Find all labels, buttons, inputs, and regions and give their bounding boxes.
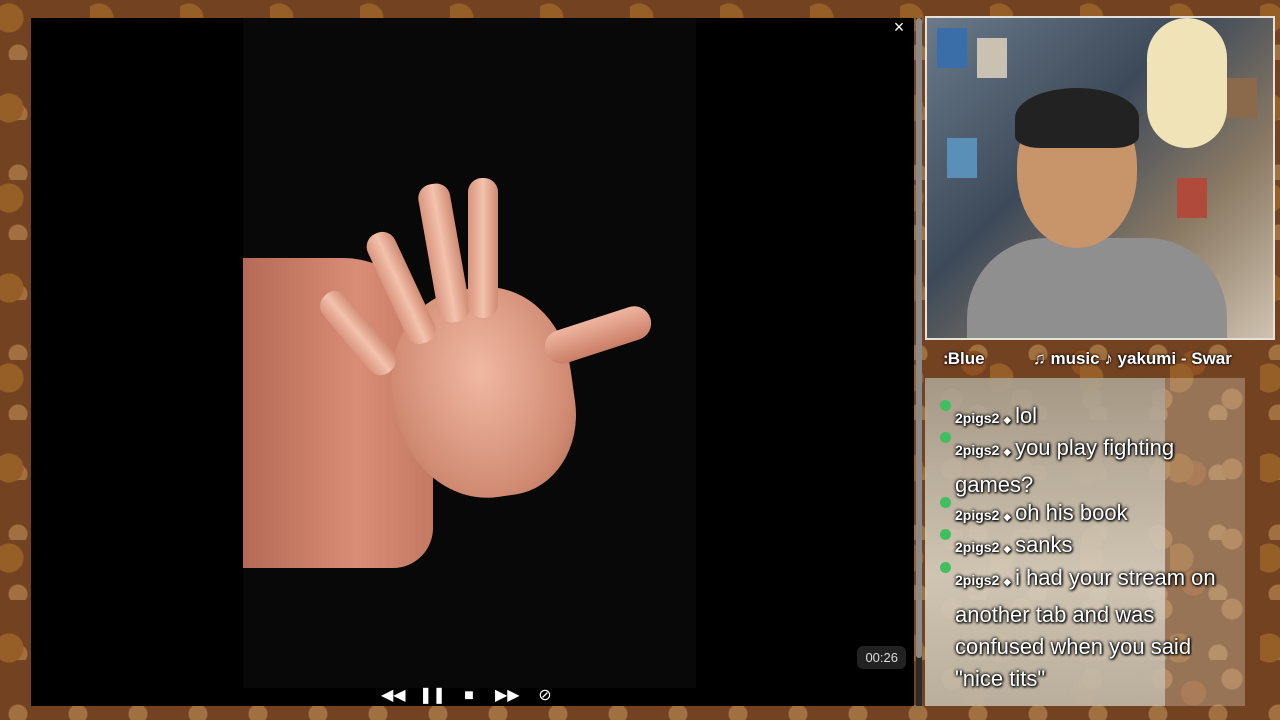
subscriber-badge-icon bbox=[940, 562, 951, 573]
viewer-scrollbar[interactable] bbox=[916, 18, 922, 706]
wall-poster bbox=[937, 28, 967, 68]
webcam-feed bbox=[925, 16, 1275, 340]
separator-dot-icon: ◆ bbox=[1003, 415, 1012, 426]
rewind-icon[interactable]: ◀◀ bbox=[381, 686, 406, 706]
teddy-bear bbox=[1147, 18, 1227, 148]
now-playing-bar: ׃ Blue ♫ music ♪ yakumi - Swar bbox=[925, 344, 1275, 374]
chat-message: 2pigs2 ◆ i had your stream on another tab … bbox=[955, 562, 1235, 695]
scrollbar-thumb[interactable] bbox=[916, 18, 922, 658]
wall-poster bbox=[1177, 178, 1207, 218]
wall-poster bbox=[1227, 78, 1257, 118]
photo-thumb bbox=[540, 301, 656, 369]
close-icon[interactable]: × bbox=[888, 16, 910, 38]
fast-forward-icon[interactable]: ▶▶ bbox=[495, 686, 520, 706]
subscriber-badge-icon bbox=[940, 432, 951, 443]
subscriber-badge-icon bbox=[940, 529, 951, 540]
chat-username: 2pigs2 bbox=[955, 539, 1000, 555]
chat-username: 2pigs2 bbox=[955, 442, 1000, 458]
separator-dot-icon: ◆ bbox=[1003, 447, 1012, 458]
separator-dot-icon: ◆ bbox=[1003, 544, 1012, 555]
chat-message: 2pigs2 ◆ sanks bbox=[955, 529, 1235, 566]
chat-username: 2pigs2 bbox=[955, 410, 1000, 426]
separator-dot-icon: ◆ bbox=[1003, 512, 1012, 523]
subscriber-badge-icon bbox=[940, 400, 951, 411]
pause-icon[interactable]: ❚❚ bbox=[419, 686, 446, 706]
photo-finger bbox=[468, 178, 498, 318]
streamer-shirt bbox=[967, 238, 1227, 338]
chat-overlay: 2pigs2 ◆ lol 2pigs2 ◆ you play fighting game… bbox=[925, 378, 1245, 706]
wall-poster bbox=[977, 38, 1007, 78]
chat-username: 2pigs2 bbox=[955, 572, 1000, 588]
chat-text: sanks bbox=[1015, 532, 1073, 557]
chat-text: lol bbox=[1015, 403, 1038, 428]
streamer-hair bbox=[1015, 88, 1139, 148]
now-playing-prefix: ׃ Blue bbox=[943, 349, 985, 368]
stop-icon[interactable]: ■ bbox=[457, 686, 481, 706]
video-timestamp: 00:26 bbox=[857, 646, 906, 669]
playback-controls: ◀◀ ❚❚ ■ ▶▶ ⊘ bbox=[381, 686, 557, 706]
eye-off-icon[interactable]: ⊘ bbox=[533, 686, 557, 706]
hand-photo bbox=[243, 18, 696, 688]
chat-message: 2pigs2 ◆ you play fighting games? bbox=[955, 432, 1235, 501]
media-viewer: × 00:26 ◀◀ ❚❚ ■ ▶▶ ⊘ bbox=[31, 16, 914, 706]
wall-poster bbox=[947, 138, 977, 178]
chat-text: oh his book bbox=[1015, 500, 1128, 525]
now-playing-music: ♫ music ♪ yakumi - Swar bbox=[1033, 349, 1232, 368]
subscriber-badge-icon bbox=[940, 497, 951, 508]
chat-username: 2pigs2 bbox=[955, 507, 1000, 523]
separator-dot-icon: ◆ bbox=[1003, 577, 1012, 588]
